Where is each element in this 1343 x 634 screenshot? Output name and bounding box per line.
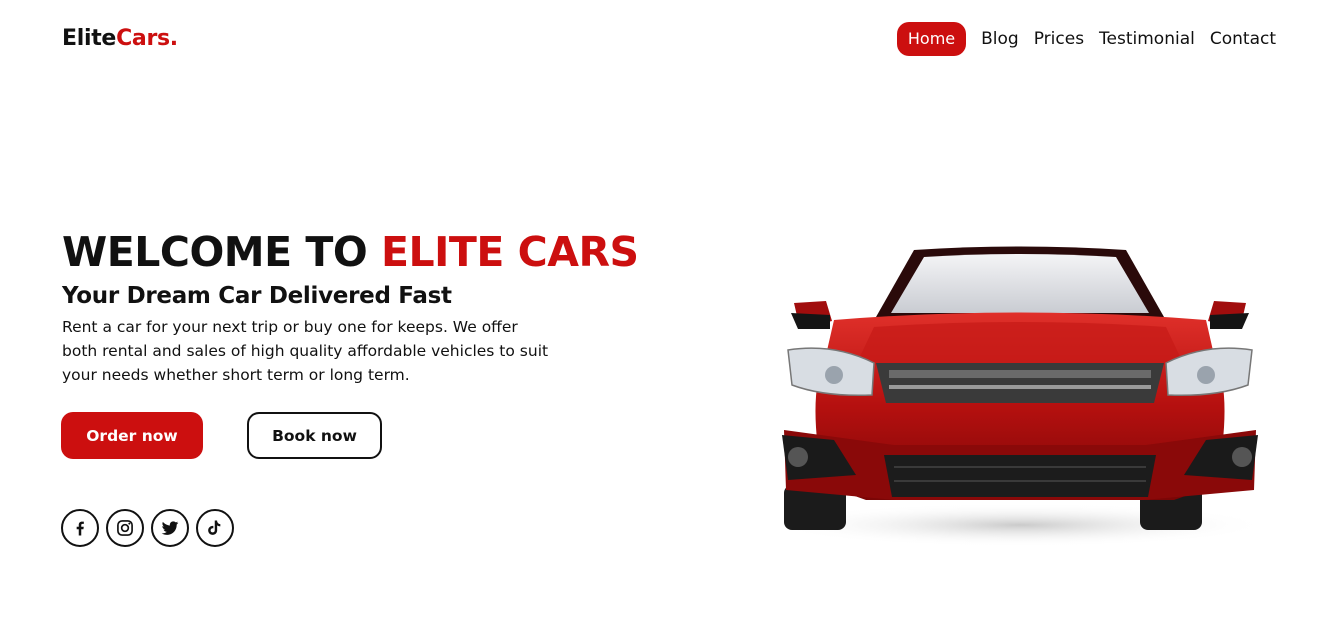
nav-home[interactable]: Home [896, 22, 967, 56]
hero-description: Rent a car for your next trip or buy one… [62, 318, 549, 385]
facebook-icon [76, 521, 84, 536]
brand-accent: Cars. [116, 26, 178, 51]
instagram-link[interactable] [106, 509, 144, 547]
nav-prices[interactable]: Prices [1034, 30, 1084, 48]
tiktok-link[interactable] [196, 509, 234, 547]
nav-testimonial[interactable]: Testimonial [1099, 30, 1195, 48]
social-links [61, 509, 234, 547]
order-now-button[interactable]: Order now [61, 412, 203, 459]
landing-page: EliteCars. Home Blog Prices Testimonial … [0, 0, 1343, 634]
facebook-link[interactable] [61, 509, 99, 547]
hero-section: WELCOME TO ELITE CARS Your Dream Car Del… [62, 228, 682, 387]
hero-subtitle: Your Dream Car Delivered Fast [62, 283, 452, 310]
brand-name: Elite [62, 26, 117, 51]
book-now-button[interactable]: Book now [247, 412, 382, 459]
nav-contact[interactable]: Contact [1210, 30, 1276, 48]
brand-logo[interactable]: EliteCars. [62, 26, 178, 51]
tiktok-icon [208, 520, 221, 535]
hero-title-main: WELCOME TO [62, 228, 381, 276]
twitter-link[interactable] [151, 509, 189, 547]
car-image [764, 235, 1276, 565]
main-nav: Home Blog Prices Testimonial Contact [896, 22, 1276, 56]
instagram-icon [117, 520, 133, 536]
hero-title-accent: ELITE CARS [380, 228, 639, 276]
hero-title: WELCOME TO ELITE CARS [62, 228, 682, 276]
twitter-icon [161, 521, 179, 535]
nav-blog[interactable]: Blog [981, 30, 1019, 48]
